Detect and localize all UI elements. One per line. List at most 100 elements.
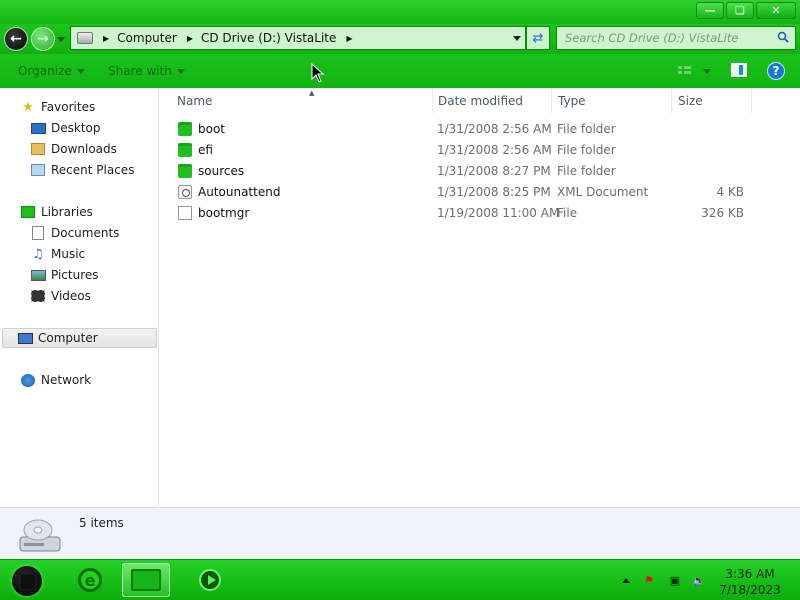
file-date: 1/31/2008 8:25 PM	[437, 185, 551, 199]
organize-label: Organize	[18, 64, 72, 78]
address-history-dropdown[interactable]	[513, 36, 521, 41]
volume-muted-icon[interactable]: 🔈	[692, 573, 706, 587]
documents-icon	[30, 226, 46, 240]
title-bar: — ❏ ✕	[0, 0, 800, 24]
file-name: sources	[198, 164, 245, 178]
mouse-cursor-icon	[311, 63, 325, 83]
cd-drive-icon	[77, 32, 93, 44]
action-center-icon[interactable]: ⚑	[642, 573, 656, 587]
maximize-button[interactable]: ❏	[726, 2, 754, 19]
sidebar-item-computer[interactable]: Computer	[2, 328, 157, 348]
downloads-icon	[30, 142, 46, 156]
navigation-bar: ← → ▶ Computer ▶ CD Drive (D:) VistaLite…	[0, 24, 800, 54]
file-date: 1/31/2008 2:56 AM	[437, 143, 552, 157]
recent-pages-dropdown[interactable]	[57, 37, 65, 42]
back-button[interactable]: ←	[4, 27, 28, 51]
pictures-icon	[30, 268, 46, 282]
column-header-type[interactable]: Type	[552, 88, 672, 113]
file-name: boot	[198, 122, 226, 136]
column-header-name[interactable]: Name ▲	[171, 88, 433, 113]
share-with-button[interactable]: Share with	[108, 64, 185, 78]
close-button[interactable]: ✕	[756, 2, 796, 19]
address-bar[interactable]: ▶ Computer ▶ CD Drive (D:) VistaLite ▶	[70, 26, 526, 50]
desktop-icon	[30, 121, 46, 135]
sidebar-item-music[interactable]: ♫ Music	[30, 244, 85, 264]
table-row[interactable]: boot 1/31/2008 2:56 AM File folder	[176, 119, 756, 140]
libraries-icon	[20, 205, 36, 219]
table-row[interactable]: sources 1/31/2008 8:27 PM File folder	[176, 161, 756, 182]
xml-document-icon	[178, 185, 192, 199]
folder-icon	[178, 143, 192, 157]
search-input[interactable]: Search CD Drive (D:) VistaLite	[556, 26, 796, 50]
sidebar-item-desktop[interactable]: Desktop	[30, 118, 101, 138]
sidebar-item-label: Pictures	[51, 268, 99, 282]
sidebar-item-favorites[interactable]: ★ Favorites	[20, 97, 95, 117]
chevron-down-icon	[76, 69, 85, 74]
show-hidden-icons-icon[interactable]	[622, 578, 630, 583]
recent-places-icon	[30, 163, 46, 177]
clock-date: 7/18/2023	[719, 583, 781, 597]
table-row[interactable]: efi 1/31/2008 2:56 AM File folder	[176, 140, 756, 161]
taskbar-internet-explorer[interactable]: e	[66, 563, 114, 597]
preview-pane-icon[interactable]	[731, 63, 747, 77]
computer-icon	[17, 331, 33, 345]
chevron-right-icon[interactable]: ▶	[187, 34, 193, 43]
file-type: File folder	[557, 143, 616, 157]
table-row[interactable]: bootmgr 1/19/2008 11:00 AM File 326 KB	[176, 203, 756, 224]
clock-time: 3:36 AM	[725, 567, 775, 581]
network-icon	[20, 373, 36, 387]
sidebar-item-documents[interactable]: Documents	[30, 223, 119, 243]
star-icon: ★	[22, 99, 34, 115]
sidebar-item-recent-places[interactable]: Recent Places	[30, 160, 134, 180]
clock[interactable]: 3:36 AM 7/18/2023	[708, 566, 792, 598]
help-icon[interactable]: ?	[767, 62, 785, 80]
file-name: Autounattend	[198, 185, 281, 199]
internet-explorer-icon: e	[78, 568, 102, 592]
chevron-right-icon[interactable]: ▶	[103, 34, 109, 43]
file-size: 326 KB	[701, 206, 744, 220]
sidebar-item-downloads[interactable]: Downloads	[30, 139, 117, 159]
taskbar: e ⚑ ▣ 🔈 3:36 AM 7/18/2023	[0, 559, 800, 600]
search-icon[interactable]	[777, 31, 789, 43]
change-view-icon[interactable]	[676, 64, 712, 78]
file-name: bootmgr	[198, 206, 250, 220]
table-row[interactable]: Autounattend 1/31/2008 8:25 PM XML Docum…	[176, 182, 756, 203]
taskbar-media-player[interactable]	[186, 563, 234, 597]
sidebar-item-label: Network	[41, 373, 92, 387]
file-date: 1/31/2008 2:56 AM	[437, 122, 552, 136]
forward-button[interactable]: →	[31, 27, 55, 51]
sidebar-item-label: Computer	[38, 331, 98, 345]
start-button[interactable]	[12, 566, 42, 596]
sidebar-item-network[interactable]: Network	[20, 370, 91, 390]
column-header-label: Name	[177, 93, 213, 108]
sidebar-item-label: Documents	[51, 226, 120, 240]
refresh-button[interactable]: ⇄	[526, 26, 550, 50]
videos-icon	[30, 289, 46, 303]
breadcrumb-computer[interactable]: Computer	[117, 31, 177, 45]
column-header-label: Type	[558, 93, 586, 108]
cd-drive-icon	[19, 519, 61, 552]
sidebar-item-label: Recent Places	[51, 163, 135, 177]
network-status-icon[interactable]: ▣	[668, 573, 682, 587]
sidebar-item-label: Music	[51, 247, 86, 261]
organize-button[interactable]: Organize	[18, 64, 85, 78]
item-count: 5 items	[79, 516, 124, 530]
folder-icon	[131, 569, 161, 591]
navigation-pane: ★ Favorites Desktop Downloads Recent Pla…	[0, 88, 159, 507]
sidebar-item-pictures[interactable]: Pictures	[30, 265, 99, 285]
folder-icon	[178, 164, 192, 178]
sidebar-item-videos[interactable]: Videos	[30, 286, 91, 306]
column-header-date-modified[interactable]: Date modified	[432, 88, 552, 113]
column-header-size[interactable]: Size	[672, 88, 752, 113]
music-icon: ♫	[32, 246, 44, 262]
chevron-down-icon	[176, 69, 185, 74]
search-placeholder: Search CD Drive (D:) VistaLite	[565, 31, 739, 45]
folder-icon	[178, 122, 192, 136]
file-type: File	[557, 206, 578, 220]
sidebar-item-libraries[interactable]: Libraries	[20, 202, 93, 222]
chevron-right-icon[interactable]: ▶	[346, 34, 352, 43]
minimize-button[interactable]: —	[696, 2, 724, 19]
taskbar-windows-explorer[interactable]	[122, 563, 170, 597]
breadcrumb-cd-drive[interactable]: CD Drive (D:) VistaLite	[201, 31, 336, 45]
media-player-icon	[199, 569, 221, 591]
